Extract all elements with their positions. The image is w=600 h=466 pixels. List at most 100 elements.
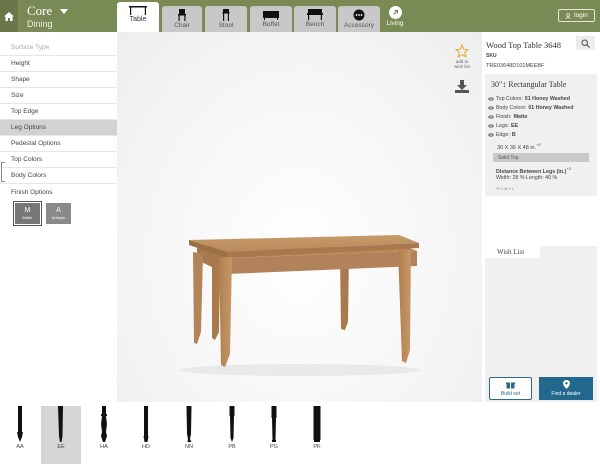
finish-swatches: M Matte A Antique	[13, 201, 71, 226]
sidebar-item-height[interactable]: Height	[0, 56, 117, 72]
eye-icon	[488, 97, 494, 101]
leg-option-pb[interactable]: PB	[212, 406, 252, 464]
find-dealer-label: Find a dealer	[551, 391, 581, 397]
leg-pk-icon	[313, 406, 321, 442]
home-button[interactable]	[0, 0, 18, 32]
sidebar-item-leg-options[interactable]: Leg Options	[0, 120, 117, 136]
tab-stool[interactable]: Stool	[205, 6, 247, 32]
spec-value: 01 Honey Washed	[524, 96, 570, 102]
tab-label: Bench	[305, 21, 325, 28]
leg-code: PK	[313, 444, 321, 450]
collection-title: Core	[27, 3, 53, 18]
table-render	[180, 235, 420, 376]
sidebar-item-label: Body Colors	[11, 172, 47, 179]
wishlist-tab[interactable]: Wish List	[485, 246, 540, 258]
product-viewer[interactable]	[117, 32, 482, 402]
stool-icon	[222, 9, 230, 21]
leg-option-nn[interactable]: NN	[169, 406, 209, 464]
leg-ha-icon	[101, 406, 107, 442]
sidebar-item-pedestal-options[interactable]: Pedestal Options	[0, 136, 117, 152]
leg-aa-icon	[17, 406, 23, 442]
user-icon	[565, 12, 571, 19]
leg-code: NN	[185, 444, 193, 450]
tab-bench[interactable]: Bench	[294, 6, 336, 32]
leg-pg-icon	[271, 406, 277, 442]
configurator-page: Core Dining Table Chair Stool Buffet Ben…	[0, 0, 600, 466]
leg-option-aa[interactable]: AA	[0, 406, 40, 464]
sidebar-item-finish-options[interactable]: Finish Options	[0, 184, 117, 200]
sku-value: TRE03648D101MEEBF	[486, 63, 545, 69]
download-button[interactable]	[455, 80, 469, 98]
distance-text: Distance Between Legs (in.)	[496, 168, 567, 175]
eye-icon	[488, 124, 494, 128]
spec-row-edge: Edge: B	[488, 132, 516, 138]
dimensions-value: 30 X 36 X 48 in.	[497, 144, 537, 151]
leg-option-ee[interactable]: EE	[41, 406, 81, 464]
login-label: login	[574, 12, 588, 19]
tab-chair[interactable]: Chair	[162, 6, 202, 32]
buffet-icon	[263, 11, 279, 20]
sidebar-item-label: Pedestal Options	[11, 140, 61, 147]
collection-selector[interactable]: Core Dining	[27, 3, 69, 30]
swatch-name: Antique	[51, 215, 66, 220]
tab-label: Chair	[174, 22, 190, 29]
spec-value: 01 Honey Washed	[528, 105, 574, 111]
sidebar-item-top-edge[interactable]: Top Edge	[0, 104, 117, 120]
tab-buffet[interactable]: Buffet	[250, 6, 292, 32]
sidebar-item-body-colors[interactable]: Body Colors	[0, 168, 117, 184]
gift-icon	[506, 382, 515, 388]
wishlist-panel: Wish List Build set Find a dealer	[485, 246, 597, 402]
sidebar-item-size[interactable]: Size	[0, 88, 117, 104]
tab-label: Buffet	[262, 21, 280, 28]
leg-code: PG	[270, 444, 278, 450]
finish-swatch-matte[interactable]: M Matte	[13, 201, 42, 226]
build-set-button[interactable]: Build set	[489, 377, 532, 400]
top-type-bar: Solid Top	[493, 153, 589, 162]
leg-code: AA	[16, 444, 24, 450]
leg-option-pg[interactable]: PG	[254, 406, 294, 464]
sidebar-item-label: Finish Options	[11, 188, 53, 196]
login-button[interactable]: login	[558, 9, 595, 22]
sidebar-item-label: Surface Type	[11, 44, 50, 51]
swatch-letter: M	[24, 207, 31, 214]
leg-code: EE	[57, 444, 65, 450]
distance-sup: +2	[566, 166, 571, 171]
leg-nn-icon	[186, 406, 192, 442]
leg-option-pk[interactable]: PK	[297, 406, 337, 464]
sidebar-item-label: Top Edge	[11, 108, 39, 115]
tab-accessory[interactable]: Accessory	[338, 6, 380, 32]
sku-label: SKU	[486, 53, 497, 59]
accessory-icon	[353, 9, 365, 21]
sidebar-item-top-colors[interactable]: Top Colors	[0, 152, 117, 168]
spec-value: B	[511, 132, 516, 138]
sidebar-item-label: Height	[11, 60, 30, 67]
chair-icon	[178, 9, 186, 21]
leg-option-hd[interactable]: HD	[126, 406, 166, 464]
product-title: Wood Top Table 3648	[486, 40, 562, 50]
sidebar-item-shape[interactable]: Shape	[0, 72, 117, 88]
find-dealer-button[interactable]: Find a dealer	[539, 377, 593, 400]
spec-row-body-colors: Body Colors: 01 Honey Washed	[488, 105, 573, 111]
sidebar-item-label: Shape	[11, 76, 30, 83]
leg-pb-icon	[229, 406, 235, 442]
sidebar-item-surface-type[interactable]: Surface Type	[0, 40, 117, 56]
width-length: Width: 28 % Length: 40 %	[496, 175, 558, 181]
leg-options-strip: AA EE HA HD NN PB PG PK	[0, 402, 600, 466]
add-to-wishlist-button[interactable]: add to wish list	[452, 44, 472, 69]
search-button[interactable]	[576, 36, 595, 50]
leg-code: HA	[100, 444, 108, 450]
color-link-bracket	[1, 162, 5, 182]
living-label: Living	[386, 20, 404, 27]
add-to-wishlist-label: add to wish list	[454, 59, 470, 69]
spec-row-finish: Finish: Matte	[488, 114, 527, 120]
leg-code: HD	[142, 444, 150, 450]
sidebar-item-label: Top Colors	[11, 156, 43, 163]
download-icon	[455, 80, 469, 93]
tab-table[interactable]: Table	[117, 2, 159, 32]
sidebar-item-label: Leg Options	[11, 124, 47, 131]
living-link[interactable]: Living	[383, 6, 407, 30]
finish-swatch-antique[interactable]: A Antique	[46, 203, 71, 224]
tab-label: Accessory	[344, 22, 374, 29]
leg-option-ha[interactable]: HA	[84, 406, 124, 464]
dimension-footnote: *H X W X L	[496, 187, 514, 191]
